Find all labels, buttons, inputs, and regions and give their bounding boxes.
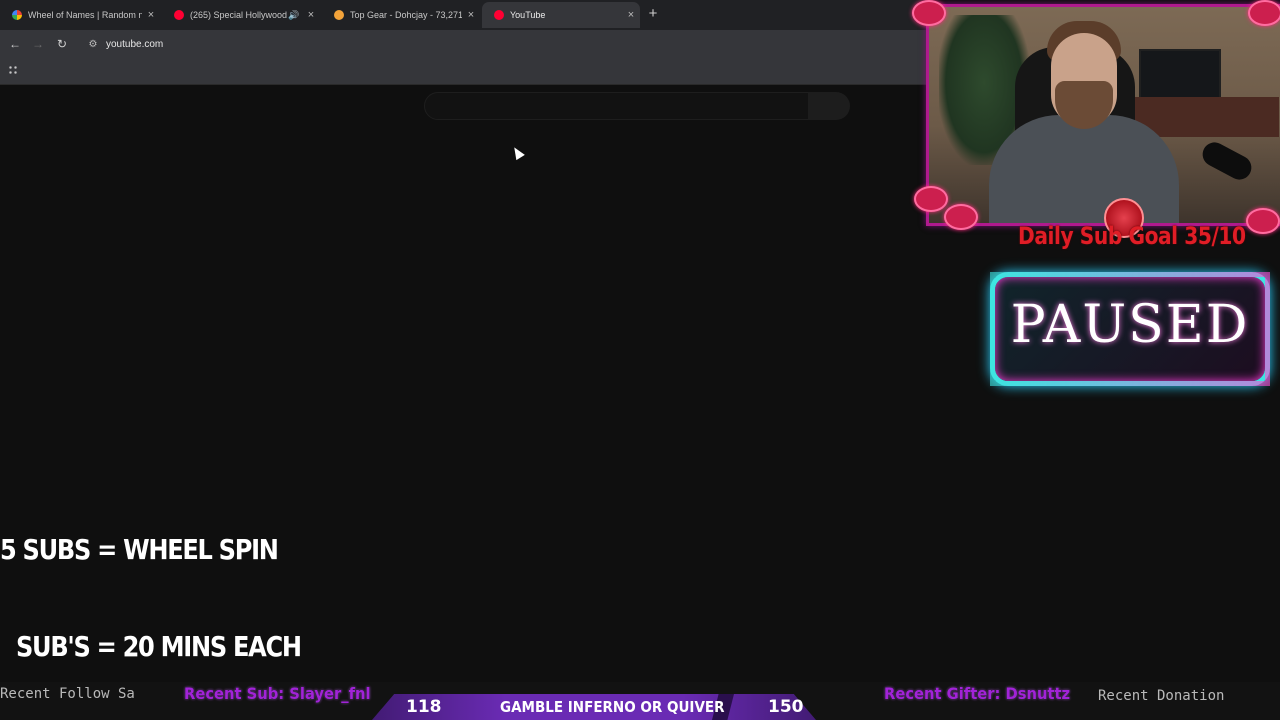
new-tab-button[interactable]: + [644, 5, 662, 23]
recent-follow-ticker: Recent Follow Sa [0, 686, 135, 702]
tab-wheel-of-names[interactable]: Wheel of Names | Random name picker × [0, 4, 160, 26]
wheel-of-names-favicon-icon [12, 10, 22, 20]
browser-toolbar: ← → ↻ ⚙ youtube.com [0, 30, 930, 58]
close-tab-icon[interactable]: × [302, 9, 320, 21]
tab-youtube[interactable]: YouTube × [482, 2, 640, 28]
tab-title: Wheel of Names | Random name picker [28, 10, 142, 20]
background-tv [1139, 49, 1221, 101]
youtube-favicon-icon [174, 10, 184, 20]
recent-sub-ticker: Recent Sub: Slayer_fnl [184, 684, 371, 703]
recent-donation-ticker: Recent Donation [1098, 688, 1225, 704]
daily-sub-goal: Daily Sub Goal 35/10 [1018, 222, 1246, 250]
forward-button[interactable]: → [29, 35, 47, 53]
site-info-icon[interactable]: ⚙ [86, 37, 100, 51]
youtube-page [0, 85, 930, 720]
search-input[interactable] [424, 92, 810, 120]
close-tab-icon[interactable]: × [462, 9, 480, 21]
audio-playing-icon[interactable]: 🔊 [288, 10, 302, 21]
reload-button[interactable]: ↻ [53, 35, 71, 53]
tab-title: YouTube [510, 10, 546, 20]
tiger-favicon-icon [334, 10, 344, 20]
back-button[interactable]: ← [6, 35, 24, 53]
streamer-body [989, 115, 1179, 223]
gamble-goal-count: 150 [768, 697, 804, 717]
url-text: youtube.com [106, 38, 164, 50]
tab-special-hollywood[interactable]: (265) Special Hollywood Edition 🔊 × [162, 4, 320, 26]
paused-sign: PAUSED [990, 272, 1270, 386]
youtube-favicon-icon [494, 10, 504, 20]
bookmarks-bar [0, 58, 930, 85]
cloud-decoration-icon [914, 186, 948, 212]
paused-label: PAUSED [1010, 295, 1250, 355]
cloud-decoration-icon [1246, 208, 1280, 234]
sub-minutes-promo: SUB'S = 20 MINS EACH [16, 630, 302, 663]
recent-gifter-ticker: Recent Gifter: Dsnuttz [884, 684, 1071, 703]
cloud-decoration-icon [1248, 0, 1280, 26]
search-button[interactable] [808, 92, 850, 120]
tab-title: (265) Special Hollywood Edition [190, 10, 288, 20]
gamble-current-count: 118 [406, 697, 442, 717]
tab-top-gear[interactable]: Top Gear - Dohcjay - 73,271 Deaths × [322, 4, 480, 26]
tab-strip: Wheel of Names | Random name picker × (2… [0, 0, 930, 30]
close-tab-icon[interactable]: × [622, 9, 640, 21]
cloud-decoration-icon [912, 0, 946, 26]
tab-title: Top Gear - Dohcjay - 73,271 Deaths [350, 10, 462, 20]
wheel-spin-promo: 5 SUBS = WHEEL SPIN [0, 533, 279, 566]
gamble-label: GAMBLE INFERNO OR QUIVER [500, 698, 725, 716]
apps-grid-icon[interactable] [8, 65, 19, 76]
cloud-decoration-icon [944, 204, 978, 230]
close-tab-icon[interactable]: × [142, 9, 160, 21]
gamble-goal-bar: 118 GAMBLE INFERNO OR QUIVER 150 [372, 694, 816, 720]
webcam-feed [926, 4, 1280, 226]
address-bar[interactable]: ⚙ youtube.com [80, 33, 930, 55]
